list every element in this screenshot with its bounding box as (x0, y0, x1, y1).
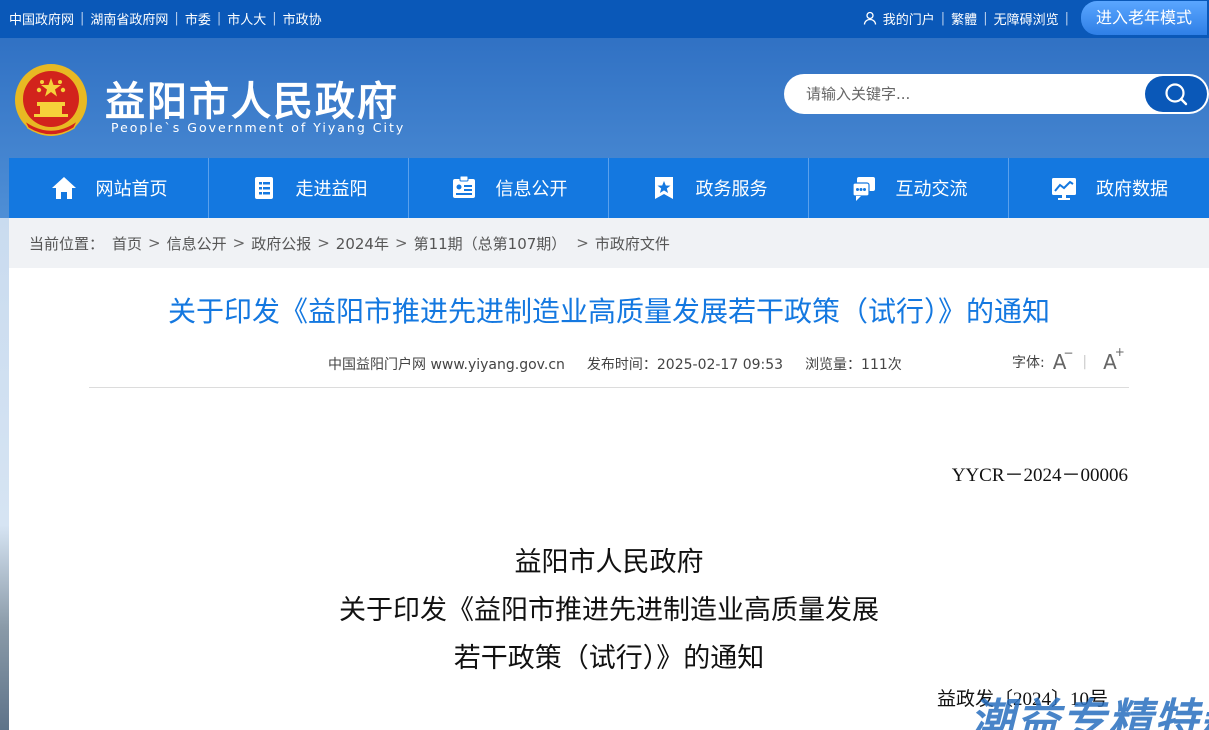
user-icon (863, 11, 877, 25)
publish-time: 发布时间：2025-02-17 09:53 (586, 357, 784, 373)
separator: | (940, 10, 946, 26)
separator: | (216, 10, 222, 26)
search-icon (1163, 81, 1189, 107)
nav-item-label: 信息公开 (495, 179, 568, 200)
view-count: 浏览量：111次 (805, 357, 902, 373)
breadcrumb-arrow: > (148, 234, 161, 252)
search-input[interactable] (806, 74, 1136, 114)
nav-item-gov-data[interactable]: 政府数据 (1009, 158, 1209, 218)
separator: | (1064, 10, 1069, 26)
breadcrumb-arrow: > (232, 234, 246, 252)
font-size-label: 字体: (1012, 355, 1045, 371)
nav-item-info-disclosure[interactable]: 信息公开 (409, 158, 609, 218)
link-city-committee[interactable]: 市委 (185, 9, 211, 28)
separator: | (80, 10, 85, 26)
home-icon (50, 174, 78, 202)
separator: | (174, 10, 179, 26)
breadcrumb-home[interactable]: 首页 (112, 233, 142, 254)
top-tools: 我的门户 | 繁體 | 无障碍浏览 | 进入老年模式 (863, 0, 1209, 36)
document-code: YYCR－2024－00006 (951, 465, 1128, 486)
breadcrumb-info-disclosure[interactable]: 信息公开 (167, 233, 227, 254)
document-list-icon (250, 174, 278, 202)
document-heading-line1: 益阳市人民政府 (514, 547, 704, 578)
site-title: 益阳市人民政府 (105, 79, 399, 125)
breadcrumb-gov-gazette[interactable]: 政府公报 (251, 233, 311, 254)
breadcrumb-arrow: > (394, 234, 408, 252)
nav-item-label: 网站首页 (95, 179, 168, 200)
site-header: 益阳市人民政府 People`s Government of Yiyang Ci… (0, 38, 1209, 158)
national-emblem-icon (12, 62, 90, 140)
nav-item-label: 走进益阳 (295, 179, 368, 200)
article-title: 关于印发《益阳市推进先进制造业高质量发展若干政策（试行）》的通知 (167, 295, 1050, 328)
top-bar: 中国政府网 | 湖南省政府网 | 市委 | 市人大 | 市政协 我的门户 | 繁… (0, 0, 1209, 38)
info-card-icon (450, 174, 478, 202)
star-bookmark-icon (650, 174, 678, 202)
separator: | (272, 10, 277, 26)
nav-item-interaction[interactable]: 互动交流 (809, 158, 1009, 218)
elder-mode-button[interactable]: 进入老年模式 (1080, 1, 1207, 35)
nav-item-label: 政府数据 (1096, 179, 1168, 200)
search-button[interactable] (1145, 76, 1207, 112)
article-source: 中国益阳门户网 www.yiyang.gov.cn (328, 357, 565, 373)
link-china-gov[interactable]: 中国政府网 (9, 9, 74, 28)
link-hunan-gov[interactable]: 湖南省政府网 (90, 9, 168, 28)
nav-item-about-yiyang[interactable]: 走进益阳 (209, 158, 409, 218)
watermark-text: 潮益专精特新 (970, 695, 1209, 730)
breadcrumb-city-documents[interactable]: 市政府文件 (595, 233, 670, 254)
link-city-npc[interactable]: 市人大 (227, 9, 266, 28)
chat-icon (850, 174, 878, 202)
breadcrumb-arrow: > (317, 234, 330, 252)
site-subtitle: People`s Government of Yiyang City (111, 120, 406, 135)
plus-icon: + (1114, 345, 1125, 359)
font-increase-button[interactable]: A + (1103, 345, 1125, 374)
divider (89, 387, 1129, 388)
font-divider: | (1082, 354, 1088, 370)
nav-item-home[interactable]: 网站首页 (9, 158, 209, 218)
separator: | (983, 10, 988, 26)
breadcrumb-arrow: > (576, 234, 589, 252)
document-heading-line2: 关于印发《益阳市推进先进制造业高质量发展 (339, 595, 879, 626)
link-city-cppcc[interactable]: 市政协 (283, 9, 322, 28)
background-scenery (0, 218, 9, 730)
font-size-control: 字体: A − | A + (1012, 345, 1125, 374)
breadcrumb-issue[interactable]: 第11期（总第107期） (414, 233, 567, 254)
article-meta: 中国益阳门户网 www.yiyang.gov.cn 发布时间：2025-02-1… (328, 354, 924, 374)
minus-icon: − (1063, 346, 1074, 360)
chart-screen-icon (1050, 174, 1078, 202)
nav-item-label: 政务服务 (695, 179, 768, 200)
nav-item-label: 互动交流 (895, 179, 968, 200)
main-nav: 网站首页 走进益阳 信息公开 政务服务 互动交流 政府数据 (9, 158, 1209, 218)
breadcrumb-year[interactable]: 2024年 (336, 233, 389, 254)
accessible-browse-link[interactable]: 无障碍浏览 (994, 9, 1059, 28)
main-content: 当前位置： 首页 > 信息公开 > 政府公报 > 2024年 > 第11期（总第… (9, 218, 1209, 730)
search-box (784, 74, 1209, 114)
traditional-chinese-link[interactable]: 繁體 (951, 9, 977, 28)
font-decrease-button[interactable]: A − (1053, 346, 1074, 374)
external-links: 中国政府网 | 湖南省政府网 | 市委 | 市人大 | 市政协 (9, 0, 322, 36)
nav-item-gov-services[interactable]: 政务服务 (609, 158, 809, 218)
my-portal-link[interactable]: 我的门户 (883, 9, 935, 28)
document-heading-line3: 若干政策（试行）》的通知 (453, 643, 765, 674)
breadcrumb-prefix: 当前位置： (29, 234, 105, 253)
breadcrumb: 当前位置： 首页 > 信息公开 > 政府公报 > 2024年 > 第11期（总第… (9, 218, 1209, 268)
